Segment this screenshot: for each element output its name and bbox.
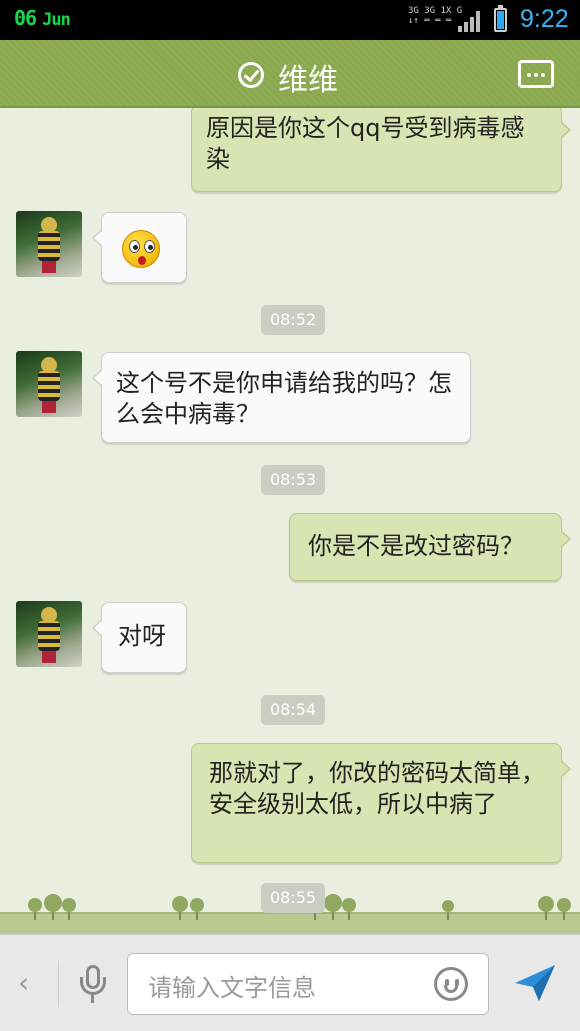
timestamp: 08:52 <box>261 305 326 335</box>
message-text: 这个号不是你申请给我的吗？怎么会中病毒？ <box>116 369 452 428</box>
battery-icon <box>494 5 507 32</box>
surprised-emoji-icon <box>122 230 160 268</box>
message-bubble-incoming[interactable]: 这个号不是你申请给我的吗？怎么会中病毒？ <box>92 352 471 443</box>
chevron-left-icon[interactable]: ‹ <box>18 963 38 1003</box>
timestamp: 08:54 <box>261 695 326 725</box>
message-input[interactable]: 请输入文字信息 <box>127 953 489 1015</box>
avatar[interactable] <box>16 351 82 417</box>
message-bubble-outgoing[interactable]: 那就对了，你改的密码太简单，安全级别太低，所以中病了 <box>191 743 571 863</box>
message-input-placeholder: 请输入文字信息 <box>148 974 316 1002</box>
message-bubble-incoming[interactable] <box>92 212 187 283</box>
status-time: 9:22 <box>520 5 569 33</box>
chat-title: 维维 <box>278 63 338 98</box>
smiley-icon[interactable] <box>434 967 468 1001</box>
input-bar: ‹ 请输入文字信息 <box>0 934 580 1031</box>
message-text: 对呀 <box>118 622 166 650</box>
network-type-icon: 3G 3G 1X G ↓↑ ═ ═ ═ <box>408 6 462 26</box>
chat-area[interactable]: 原因是你这个qq号受到病毒感染 08:52 这个号不是你申请给我的吗？怎么会中病… <box>0 108 580 934</box>
signal-strength-icon <box>458 10 484 32</box>
title-bar: 维维 <box>0 40 580 108</box>
message-bubble-outgoing[interactable]: 你是不是改过密码？ <box>289 513 571 581</box>
status-date-month: Jun <box>42 10 71 30</box>
message-bubble-incoming[interactable]: 对呀 <box>92 602 187 673</box>
check-circle-icon <box>238 62 264 88</box>
send-icon[interactable] <box>513 963 557 1003</box>
timestamp: 08:55 <box>261 883 326 913</box>
status-bar: 06 Jun 3G 3G 1X G ↓↑ ═ ═ ═ 9:22 <box>0 0 580 40</box>
avatar[interactable] <box>16 601 82 667</box>
timestamp: 08:53 <box>261 465 326 495</box>
message-text: 那就对了，你改的密码太简单，安全级别太低，所以中病了 <box>209 759 545 818</box>
message-text: 你是不是改过密码？ <box>308 532 524 560</box>
more-menu-button[interactable] <box>518 60 554 88</box>
message-bubble-outgoing[interactable]: 原因是你这个qq号受到病毒感染 <box>191 108 571 192</box>
status-date: 06 Jun <box>14 6 71 30</box>
network-label-line1: 3G 3G 1X G <box>408 6 463 16</box>
message-text: 原因是你这个qq号受到病毒感染 <box>206 114 525 173</box>
status-date-day: 06 <box>14 6 37 30</box>
divider <box>58 961 59 1007</box>
avatar[interactable] <box>16 211 82 277</box>
microphone-icon[interactable] <box>78 965 108 1005</box>
network-label-line2: ↓↑ ═ ═ ═ <box>408 16 452 26</box>
